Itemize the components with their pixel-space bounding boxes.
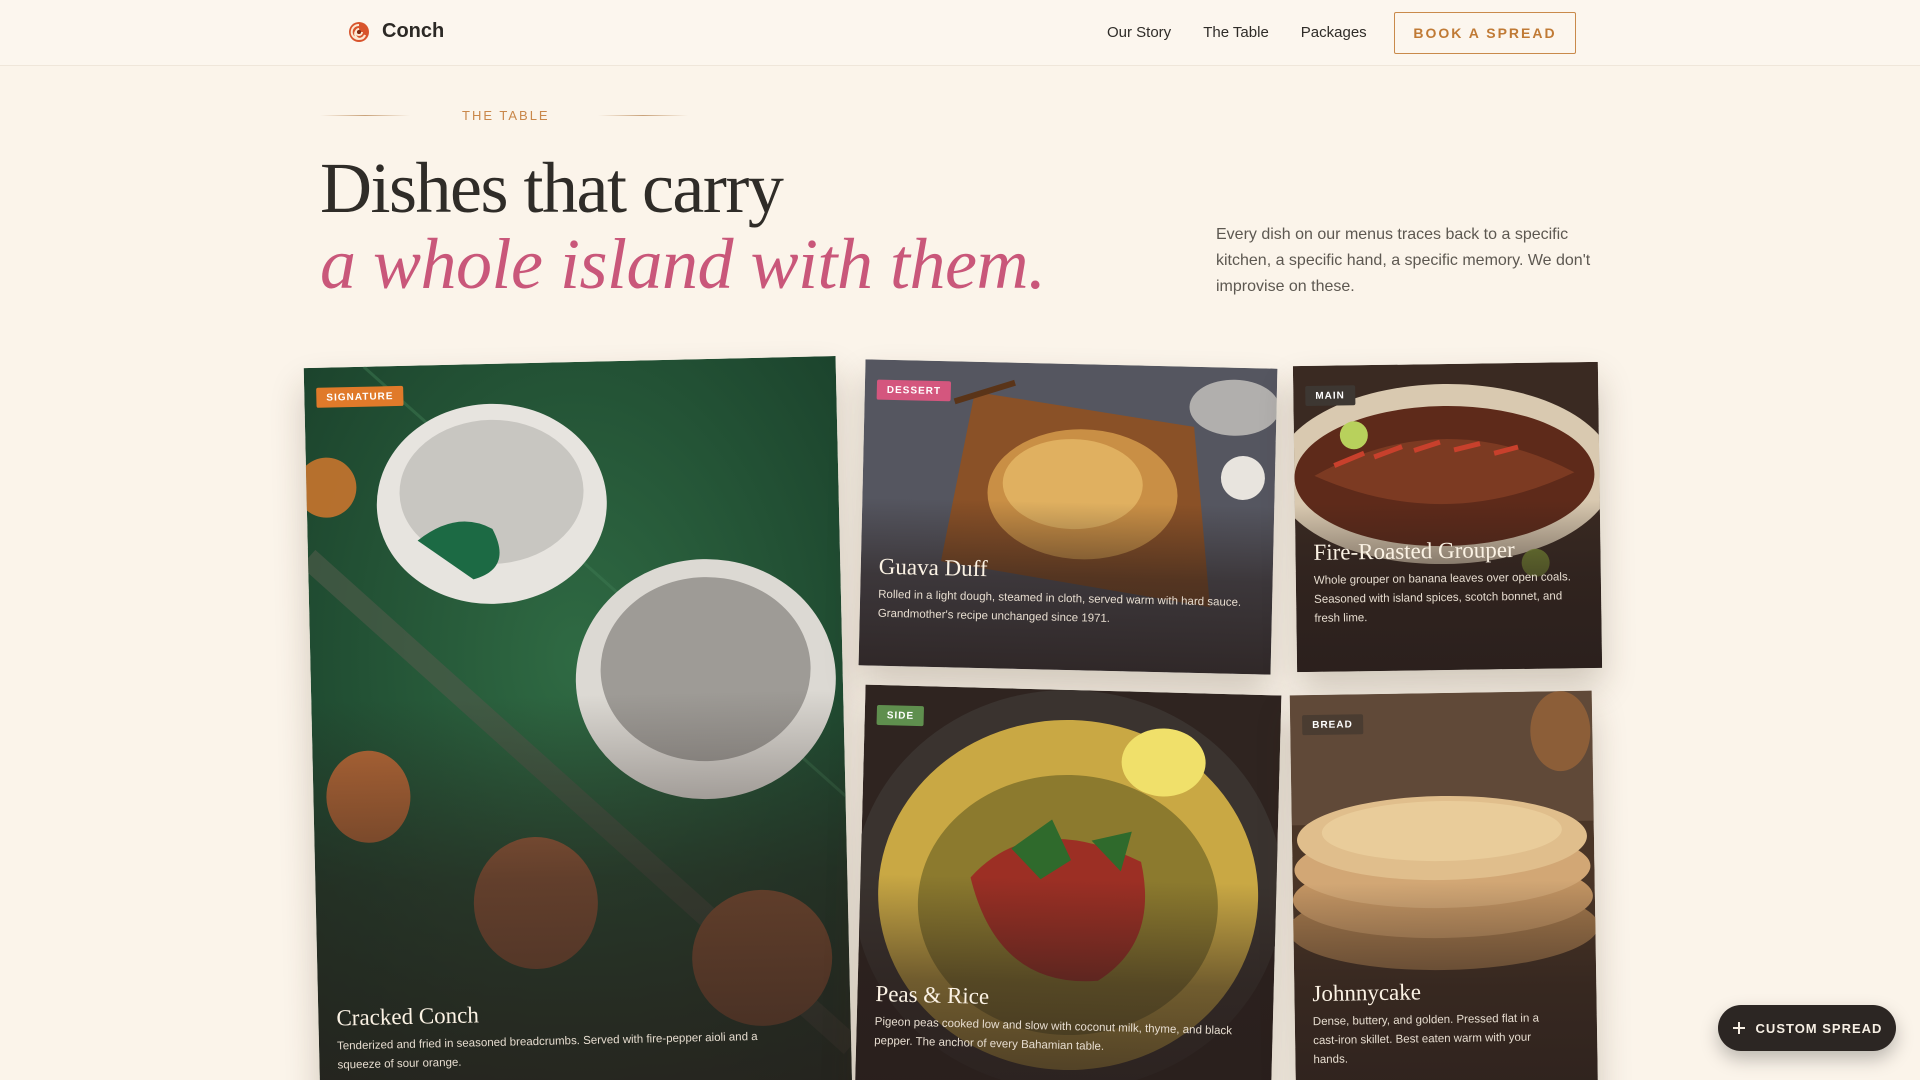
page-title: Dishes that carry	[320, 148, 784, 228]
dish-card-johnnycake[interactable]: BREAD Johnnycake Dense, buttery, and gol…	[1289, 690, 1599, 1080]
eyebrow-rule-right	[597, 115, 688, 116]
custom-spread-label: CUSTOM SPREAD	[1755, 1020, 1883, 1036]
dish-card-cracked-conch[interactable]: SIGNATURE Cracked Conch Tenderized and f…	[303, 356, 853, 1080]
dish-badge: BREAD	[1302, 714, 1363, 736]
eyebrow-label: THE TABLE	[462, 108, 550, 123]
brand-name: Conch	[382, 20, 445, 42]
dish-title: Guava Duff	[878, 553, 988, 582]
dish-title: Johnnycake	[1312, 979, 1422, 1007]
conch-logo-icon	[349, 21, 369, 42]
custom-spread-button[interactable]: CUSTOM SPREAD	[1718, 1005, 1896, 1051]
dish-description: Whole grouper on banana leaves over open…	[1313, 571, 1571, 625]
dish-description: Dense, buttery, and golden. Pressed flat…	[1312, 1012, 1540, 1067]
eyebrow-rule-left	[320, 115, 410, 116]
dish-card-peas-and-rice[interactable]: SIDE Peas & Rice Pigeon peas cooked low …	[854, 684, 1282, 1080]
brand[interactable]: Conch	[348, 20, 444, 43]
page-title-accent: a whole island with them.	[320, 224, 1046, 304]
plus-icon	[1732, 1022, 1745, 1034]
dish-title: Peas & Rice	[875, 980, 990, 1009]
dish-badge: SIGNATURE	[316, 385, 404, 408]
section-eyebrow: THE TABLE	[320, 108, 688, 123]
dish-badge: DESSERT	[876, 379, 952, 402]
dish-card-guava-duff[interactable]: DESSERT Guava Duff Rolled in a light dou…	[858, 359, 1278, 675]
nav-links: Our Story The Table Packages	[1107, 24, 1367, 41]
dish-title: Fire-Roasted Grouper	[1313, 537, 1515, 565]
top-nav: Conch Our Story The Table Packages BOOK …	[0, 0, 1920, 66]
nav-link-packages[interactable]: Packages	[1301, 24, 1367, 41]
nav-link-the-table[interactable]: The Table	[1203, 24, 1269, 41]
dish-title: Cracked Conch	[336, 1002, 480, 1031]
intro-paragraph: Every dish on our menus traces back to a…	[1216, 226, 1591, 295]
dish-badge: SIDE	[876, 704, 925, 727]
book-a-spread-button[interactable]: BOOK A SPREAD	[1394, 12, 1576, 54]
dish-badge: MAIN	[1305, 385, 1355, 406]
nav-link-our-story[interactable]: Our Story	[1107, 24, 1171, 41]
dish-card-fire-roasted-grouper[interactable]: MAIN Fire-Roasted Grouper Whole grouper …	[1292, 361, 1603, 673]
